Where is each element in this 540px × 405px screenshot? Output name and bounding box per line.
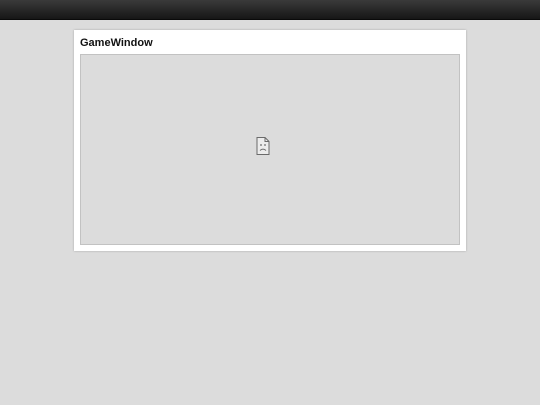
broken-document-icon xyxy=(255,136,271,156)
top-bar xyxy=(0,0,540,20)
panel-title: GameWindow xyxy=(80,37,153,49)
game-frame[interactable] xyxy=(80,54,460,245)
game-window-panel: GameWindow xyxy=(74,30,466,251)
